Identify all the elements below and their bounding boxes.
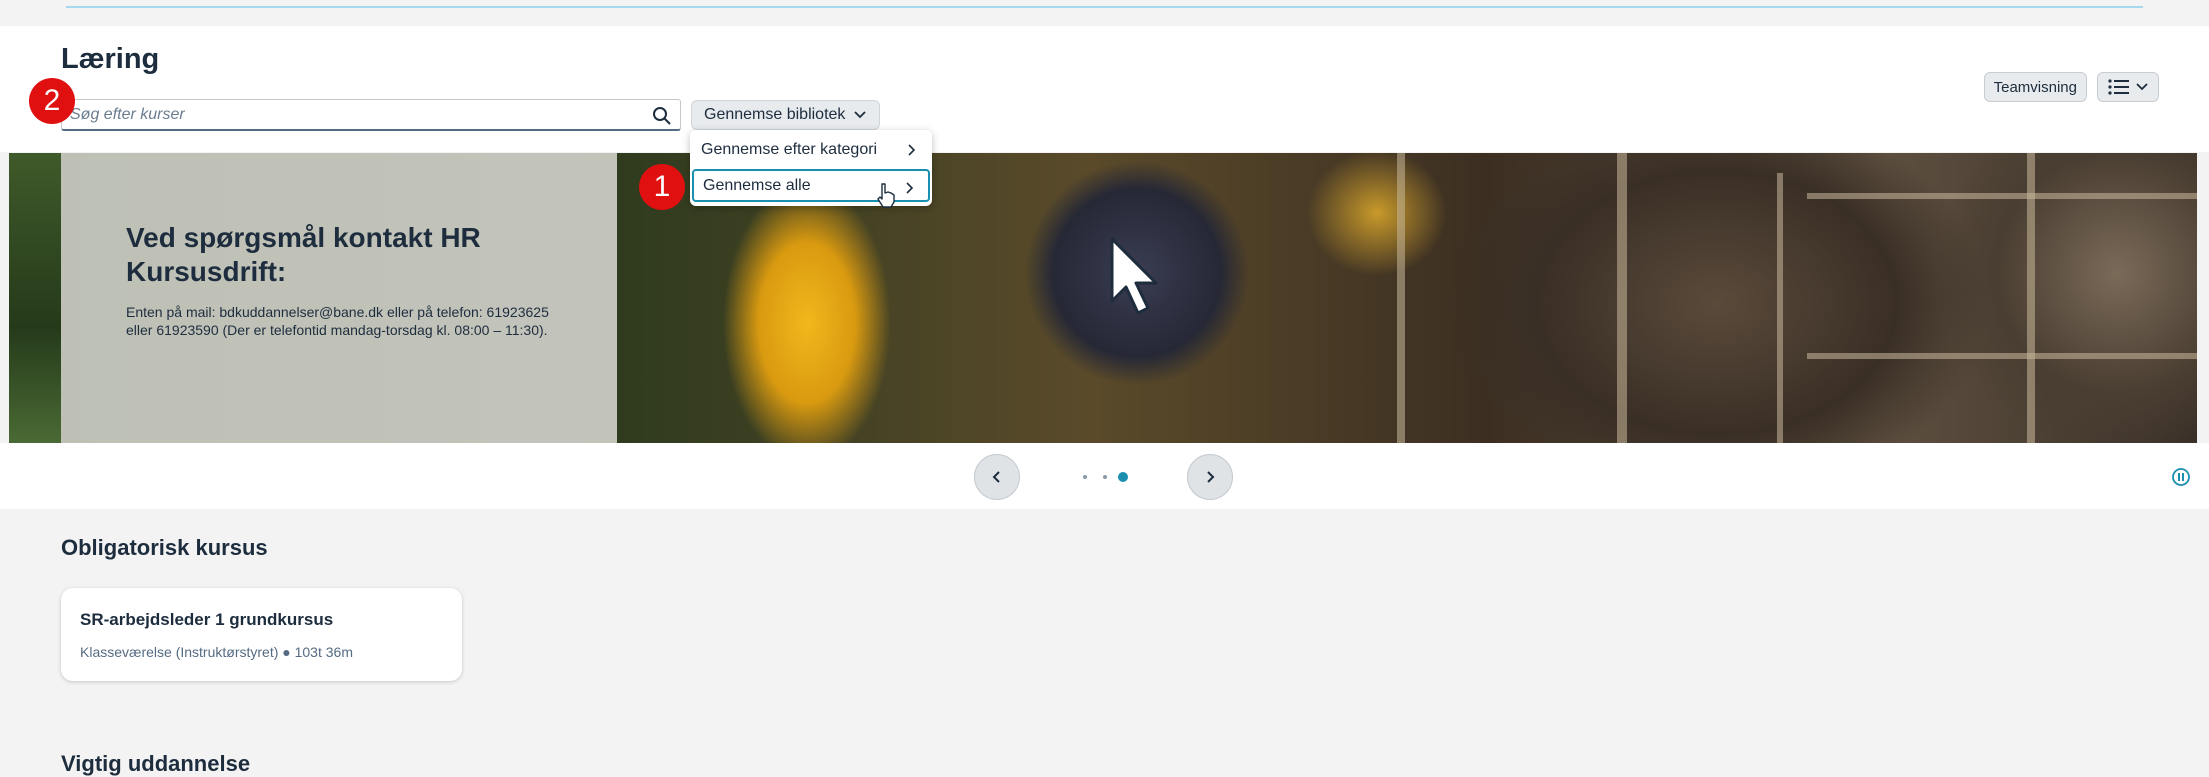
team-view-button[interactable]: Teamvisning	[1983, 72, 2087, 102]
chevron-right-icon	[1207, 471, 1215, 483]
right-toolbar: Teamvisning	[1983, 72, 2159, 102]
search-input[interactable]	[70, 100, 630, 130]
list-icon	[2108, 79, 2129, 95]
chevron-right-icon	[906, 182, 914, 194]
hero-body: Enten på mail: bdkuddannelser@bane.dk el…	[126, 304, 549, 338]
section-title-important: Vigtig uddannelse	[61, 751, 251, 776]
menu-item-label: Gennemse alle	[703, 176, 811, 194]
carousel-next-button[interactable]	[1187, 454, 1233, 500]
search-icon[interactable]	[652, 106, 672, 126]
carousel-dot[interactable]	[1103, 475, 1107, 479]
search-box[interactable]	[61, 99, 681, 131]
mouse-pointer-icon	[1110, 237, 1158, 315]
hero-text-panel	[61, 153, 617, 443]
course-card[interactable]: SR-arbejdsleder 1 grundkursus Klassevære…	[61, 588, 462, 681]
chevron-right-icon	[908, 144, 916, 156]
team-view-label: Teamvisning	[1993, 78, 2077, 96]
pause-icon[interactable]	[2171, 467, 2191, 487]
page-header: Læring Gennemse bibliotek Teamvisning	[0, 26, 2209, 152]
hero-foliage-strip	[9, 153, 61, 443]
menu-item-browse-by-category[interactable]: Gennemse efter kategori	[692, 133, 930, 166]
browse-library-label: Gennemse bibliotek	[704, 106, 846, 123]
chevron-down-icon	[2136, 83, 2148, 91]
carousel-dot[interactable]	[1083, 475, 1087, 479]
menu-item-label: Gennemse efter kategori	[701, 140, 878, 158]
chevron-down-icon	[854, 111, 867, 119]
top-divider	[66, 6, 2143, 8]
course-title: SR-arbejdsleder 1 grundkursus	[80, 610, 334, 629]
section-title-mandatory: Obligatorisk kursus	[61, 535, 268, 560]
carousel-prev-button[interactable]	[974, 454, 1020, 500]
chevron-left-icon	[992, 471, 1000, 483]
step-badge-2: 2	[29, 78, 75, 124]
carousel-dot-active[interactable]	[1118, 472, 1128, 482]
hand-pointer-icon	[877, 183, 895, 208]
course-meta: Klasseværelse (Instruktørstyret) ● 103t …	[80, 644, 353, 660]
page-title: Læring	[61, 43, 160, 75]
top-strip	[0, 0, 2209, 26]
step-badge-1: 1	[639, 164, 685, 210]
hero-banner: Ved spørgsmål kontakt HR Kursusdrift: En…	[9, 153, 2197, 443]
browse-library-button[interactable]: Gennemse bibliotek	[691, 100, 881, 130]
view-mode-button[interactable]	[2097, 72, 2159, 102]
carousel-controls	[0, 443, 2209, 509]
hero-heading: Ved spørgsmål kontakt HR Kursusdrift:	[126, 222, 481, 287]
